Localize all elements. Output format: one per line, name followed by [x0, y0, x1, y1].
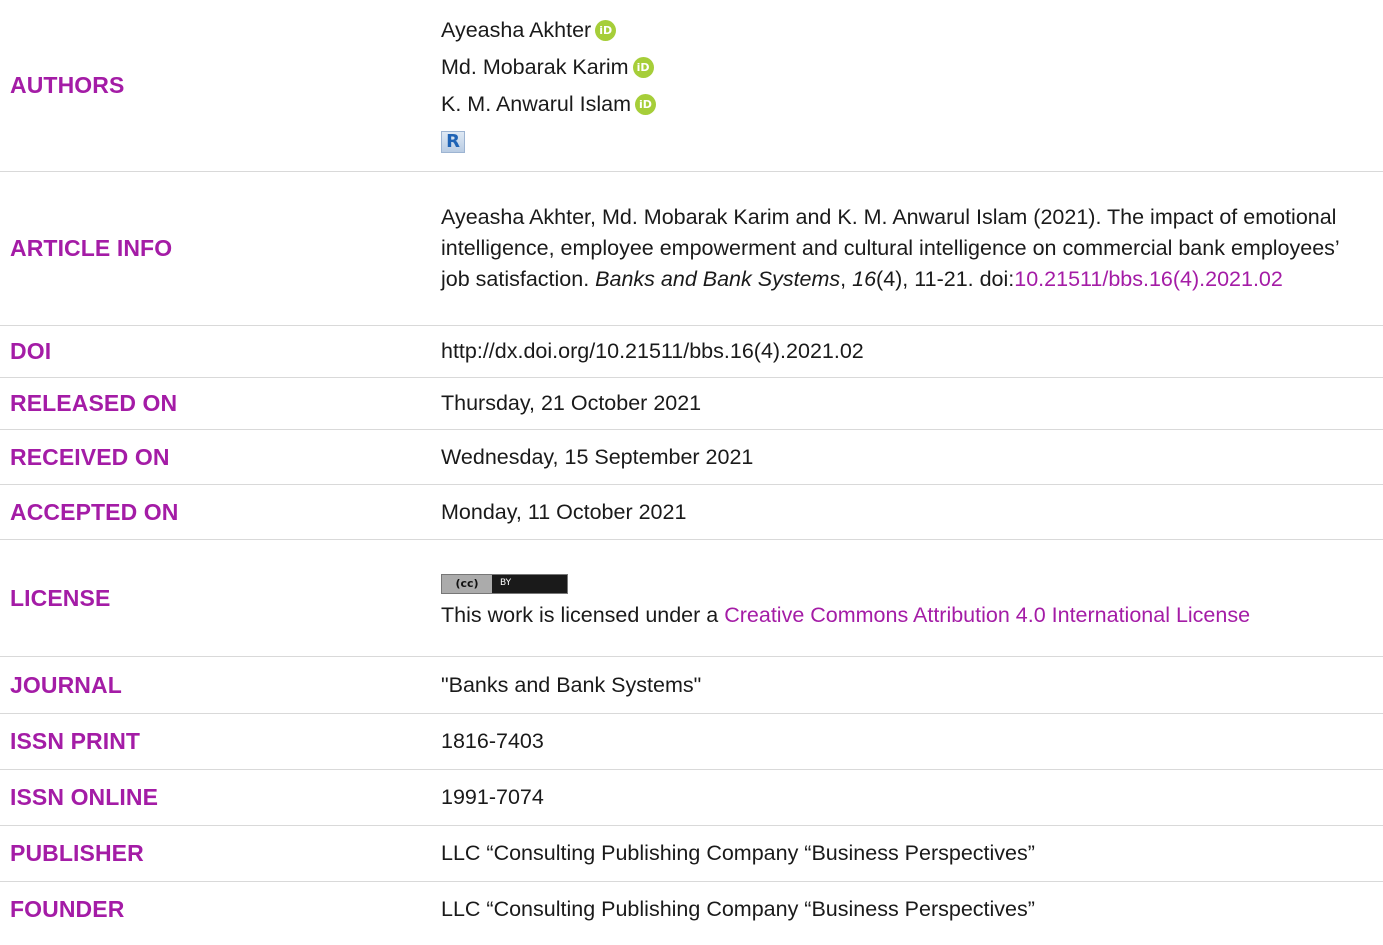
accepted-on-value: Monday, 11 October 2021	[441, 499, 687, 524]
row-issn-online: ISSN ONLINE 1991-7074	[0, 770, 1383, 826]
orcid-icon[interactable]: iD	[634, 93, 656, 115]
accepted-on-label: ACCEPTED ON	[10, 498, 179, 525]
issn-online-value: 1991-7074	[441, 785, 544, 809]
article-citation: Ayeasha Akhter, Md. Mobarak Karim and K.…	[441, 202, 1341, 295]
author-item: Md. Mobarak Karim iD	[441, 49, 1341, 86]
publisher-value: LLC “Consulting Publishing Company “Busi…	[441, 841, 1035, 865]
citation-separator: ,	[840, 267, 853, 291]
row-publisher: PUBLISHER LLC “Consulting Publishing Com…	[0, 826, 1383, 882]
author-name[interactable]: K. M. Anwarul Islam	[441, 89, 631, 120]
authors-list: Ayeasha Akhter iD Md. Mobarak Karim iD K…	[441, 12, 1341, 160]
researchgate-icon[interactable]: R	[441, 130, 465, 153]
issn-print-value: 1816-7403	[441, 729, 544, 753]
row-journal: JOURNAL "Banks and Bank Systems"	[0, 657, 1383, 714]
journal-value: "Banks and Bank Systems"	[441, 672, 702, 697]
row-authors: AUTHORS Ayeasha Akhter iD Md. Mobarak Ka…	[0, 0, 1383, 172]
received-on-value: Wednesday, 15 September 2021	[441, 444, 754, 469]
authors-label: AUTHORS	[10, 72, 125, 98]
row-accepted-on: ACCEPTED ON Monday, 11 October 2021	[0, 485, 1383, 540]
cc-badge-left: (cc)	[442, 574, 492, 593]
author-item: Ayeasha Akhter iD	[441, 12, 1341, 49]
row-license: LICENSE (cc) BY This work is licensed un…	[0, 540, 1383, 657]
issn-online-label: ISSN ONLINE	[10, 784, 159, 810]
author-name[interactable]: Md. Mobarak Karim	[441, 52, 629, 83]
orcid-icon[interactable]: iD	[595, 19, 617, 41]
article-metadata-table: AUTHORS Ayeasha Akhter iD Md. Mobarak Ka…	[0, 0, 1383, 937]
citation-issue-pages: (4), 11-21. doi:	[876, 267, 1015, 291]
released-on-value: Thursday, 21 October 2021	[441, 391, 702, 415]
journal-label: JOURNAL	[10, 671, 122, 698]
founder-value: LLC “Consulting Publishing Company “Busi…	[441, 897, 1035, 921]
license-link[interactable]: Creative Commons Attribution 4.0 Interna…	[724, 603, 1250, 627]
citation-doi-link[interactable]: 10.21511/bbs.16(4).2021.02	[1014, 267, 1283, 291]
row-released-on: RELEASED ON Thursday, 21 October 2021	[0, 378, 1383, 430]
author-item: K. M. Anwarul Islam iD	[441, 86, 1341, 123]
issn-print-label: ISSN PRINT	[10, 728, 141, 754]
license-text: This work is licensed under a	[441, 602, 725, 627]
received-on-label: RECEIVED ON	[10, 443, 170, 470]
cc-by-license-icon[interactable]: (cc) BY	[441, 573, 568, 594]
row-received-on: RECEIVED ON Wednesday, 15 September 2021	[0, 430, 1383, 485]
row-founder: FOUNDER LLC “Consulting Publishing Compa…	[0, 882, 1383, 937]
article-info-label: ARTICLE INFO	[10, 235, 173, 261]
released-on-label: RELEASED ON	[10, 390, 178, 416]
author-name[interactable]: Ayeasha Akhter	[441, 15, 591, 46]
founder-label: FOUNDER	[10, 896, 125, 922]
citation-volume: 16	[852, 267, 877, 291]
publisher-label: PUBLISHER	[10, 840, 144, 866]
cc-badge-right: BY	[500, 578, 512, 589]
doi-label: DOI	[10, 338, 52, 364]
license-label: LICENSE	[10, 584, 111, 611]
orcid-icon[interactable]: iD	[632, 56, 654, 78]
doi-value: http://dx.doi.org/10.21511/bbs.16(4).202…	[441, 339, 864, 363]
row-doi: DOI http://dx.doi.org/10.21511/bbs.16(4)…	[0, 326, 1383, 378]
row-issn-print: ISSN PRINT 1816-7403	[0, 714, 1383, 770]
row-article-info: ARTICLE INFO Ayeasha Akhter, Md. Mobarak…	[0, 172, 1383, 326]
license-value: (cc) BY This work is licensed under a Cr…	[441, 565, 1341, 631]
citation-journal: Banks and Bank Systems	[595, 267, 841, 291]
